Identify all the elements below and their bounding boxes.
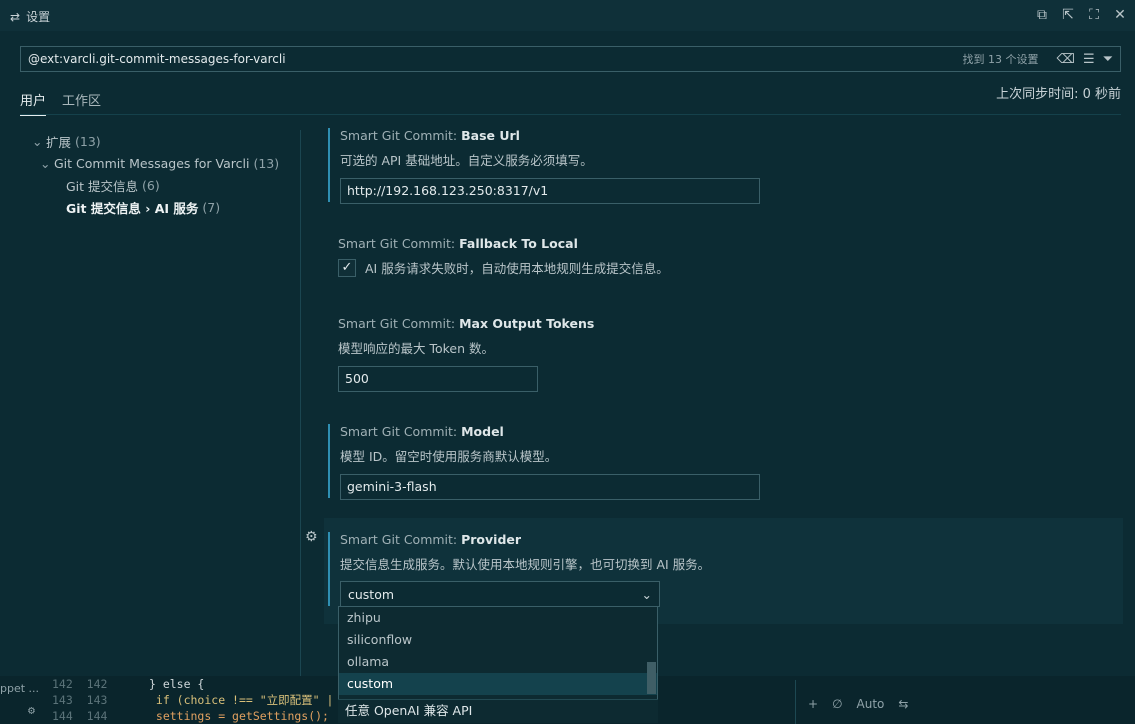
setting-title: Smart Git Commit: Fallback To Local [338, 236, 578, 251]
sync-status: 上次同步时间: 0 秒前 [996, 87, 1121, 102]
toc-count: (7) [202, 199, 221, 215]
setting-description: 提交信息生成服务。默认使用本地规则引擎，也可切换到 AI 服务。 [340, 557, 711, 572]
tab-user[interactable]: 用户 [20, 84, 47, 116]
gear-icon[interactable]: ⚙ [28, 703, 35, 717]
dropdown-scrollbar[interactable] [647, 662, 656, 694]
settings-sliders-icon[interactable]: ⇆ [898, 697, 908, 711]
no-tools-icon[interactable]: ∅ [832, 697, 842, 711]
chevron-down-icon: ⌄ [641, 586, 652, 602]
title-bar [0, 0, 1135, 31]
dropdown-option[interactable]: zhipu [339, 607, 657, 629]
setting-description: AI 服务请求失败时，自动使用本地规则生成提交信息。 [365, 261, 669, 276]
provider-select[interactable]: custom ⌄ [340, 581, 660, 607]
setting-title: Smart Git Commit: Max Output Tokens [338, 316, 595, 331]
setting-title: Smart Git Commit: Model [340, 424, 504, 439]
editor-tab-title[interactable]: ⇄ 设置 [10, 8, 50, 25]
toc-item-ai-service[interactable]: Git 提交信息 › AI 服务 (7) [32, 196, 292, 218]
setting-base-url: Smart Git Commit: Base Url 可选的 API 基础地址。… [328, 128, 1123, 204]
setting-description: 模型响应的最大 Token 数。 [338, 341, 495, 356]
tab-workspace[interactable]: 工作区 [62, 84, 101, 116]
settings-split-icon: ⇄ [10, 9, 21, 24]
setting-title: Smart Git Commit: Provider [340, 532, 522, 547]
setting-provider: Smart Git Commit: Provider 提交信息生成服务。默认使用… [328, 532, 1123, 607]
toc-label: Git 提交信息 › AI 服务 [66, 200, 199, 216]
title-actions: ⧉ ⇱ ⛶ ✕ [1033, 6, 1129, 24]
code-lines: 142 142 } else { 143 143 if (choice !== … [52, 677, 334, 723]
toc-count: (13) [75, 133, 101, 149]
panel-label: ppet ... [0, 682, 40, 695]
setting-description: 可选的 API 基础地址。自定义服务必须填写。 [340, 153, 593, 168]
dropdown-option-selected[interactable]: custom [339, 673, 657, 695]
setting-fallback-to-local: Smart Git Commit: Fallback To Local ✓ AI… [328, 236, 1123, 277]
filter-icon[interactable]: ⏷ [1103, 52, 1113, 67]
toc-count: (13) [253, 155, 280, 171]
mode-label[interactable]: Auto [857, 697, 885, 711]
clear-filter-icon[interactable]: ⌫ [1057, 52, 1075, 67]
dropdown-option[interactable]: ollama [339, 651, 657, 673]
close-icon[interactable]: ✕ [1111, 6, 1129, 24]
list-icon[interactable]: ☰ [1083, 52, 1095, 67]
add-icon[interactable]: + [808, 697, 818, 711]
toc-label: Git Commit Messages for Varcli [54, 155, 250, 171]
setting-max-output-tokens: Smart Git Commit: Max Output Tokens 模型响应… [328, 316, 1123, 392]
settings-toc: ⌄ 扩展 (13) ⌄ Git Commit Messages for Varc… [32, 130, 292, 218]
model-input[interactable]: gemini-3-flash [340, 474, 760, 500]
toc-count: (6) [142, 177, 160, 193]
provider-select-value: custom [348, 586, 395, 602]
background-code: ppet ... ⚙ 142 142 } else { 143 143 if (… [0, 676, 338, 724]
setting-title: Smart Git Commit: Base Url [340, 128, 520, 143]
fallback-row: ✓ AI 服务请求失败时，自动使用本地规则生成提交信息。 [338, 258, 1123, 277]
gear-icon[interactable]: ⚙ [305, 529, 318, 545]
setting-model: Smart Git Commit: Model 模型 ID。留空时使用服务商默认… [328, 424, 1123, 500]
dropdown-option-description: 任意 OpenAI 兼容 API [338, 699, 658, 723]
tabs-divider [20, 114, 1121, 115]
base-url-input[interactable]: http://192.168.123.250:8317/v1 [340, 178, 760, 204]
toc-item-extensions[interactable]: ⌄ 扩展 (13) [32, 130, 292, 152]
max-tokens-input[interactable]: 500 [338, 366, 538, 392]
dropdown-option[interactable]: siliconflow [339, 629, 657, 651]
setting-description: 模型 ID。留空时使用服务商默认模型。 [340, 449, 558, 464]
open-json-icon[interactable]: ⇱ [1059, 6, 1077, 24]
copy-icon[interactable]: ⧉ [1033, 6, 1051, 24]
fallback-checkbox[interactable]: ✓ [338, 258, 356, 277]
maximize-icon[interactable]: ⛶ [1085, 6, 1103, 24]
settings-search-input[interactable]: @ext:varcli.git-commit-messages-for-varc… [20, 46, 1121, 72]
background-chat-input: + ∅ Auto ⇆ [795, 680, 1135, 724]
chevron-down-icon: ⌄ [40, 155, 51, 171]
search-result-count: 找到 13 个设置 [962, 53, 1039, 66]
toc-divider [300, 130, 301, 690]
toc-item-extension[interactable]: ⌄ Git Commit Messages for Varcli (13) [32, 152, 292, 174]
chevron-down-icon: ⌄ [32, 133, 43, 149]
toc-label: Git 提交信息 [66, 178, 139, 194]
search-query[interactable]: @ext:varcli.git-commit-messages-for-varc… [28, 52, 963, 66]
toc-item-git-commit[interactable]: Git 提交信息 (6) [32, 174, 292, 196]
editor-title: 设置 [26, 10, 51, 24]
toc-label: 扩展 [46, 134, 72, 150]
scope-tabs: 用户 工作区 [20, 84, 101, 116]
